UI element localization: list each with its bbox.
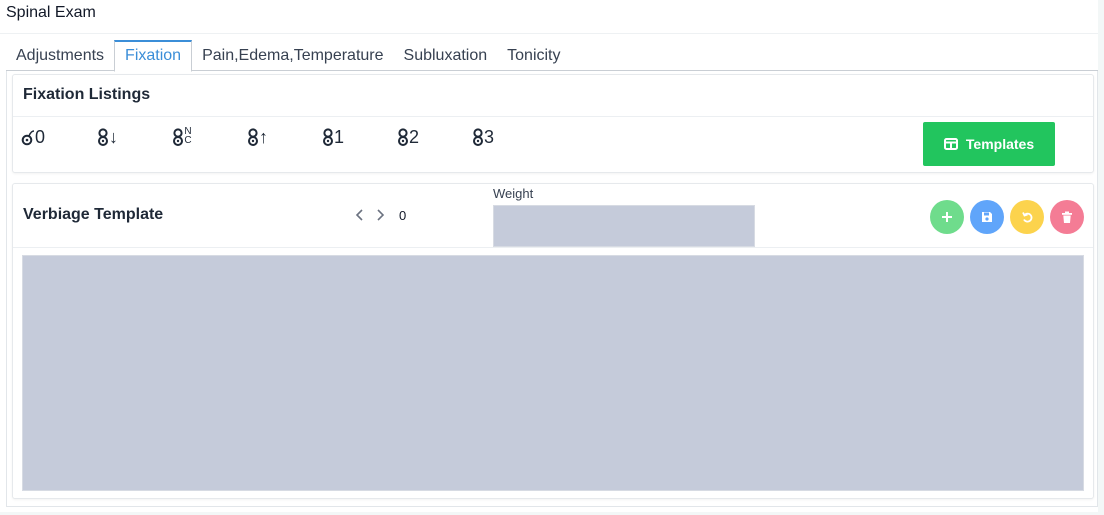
fixation-symbol-down-label: ↓: [109, 127, 118, 147]
fixation-nc-icon: [173, 128, 183, 146]
plus-icon: [942, 212, 952, 222]
next-template-button[interactable]: [373, 206, 387, 224]
fixation-symbol-1-label: 1: [334, 127, 345, 147]
listings-divider: [13, 116, 1093, 117]
weight-label: Weight: [493, 186, 534, 201]
fixation-0-icon: [21, 130, 35, 146]
fixation-up-icon: [248, 128, 258, 146]
tab-pain-edema-temperature[interactable]: Pain,Edema,Temperature: [192, 40, 393, 71]
verbiage-template-card: Verbiage Template 0 Weight: [12, 183, 1094, 499]
fixation-listings-title: Fixation Listings: [23, 86, 151, 103]
tab-fixation[interactable]: Fixation: [114, 40, 193, 72]
verbiage-text-editor[interactable]: [22, 255, 1084, 491]
templates-button-label: Templates: [965, 136, 1035, 152]
delete-button[interactable]: [1050, 200, 1084, 234]
fixation-symbol-up-label: ↑: [259, 127, 268, 147]
tab-tonicity[interactable]: Tonicity: [497, 40, 570, 71]
trash-icon: [1062, 211, 1072, 223]
verbiage-template-title: Verbiage Template: [23, 206, 164, 223]
undo-icon: [1021, 211, 1032, 222]
verbiage-divider: [13, 247, 1093, 248]
previous-template-button[interactable]: [353, 206, 367, 224]
fixation-symbol-down[interactable]: ↓: [97, 126, 118, 148]
fixation-symbol-3-label: 3: [484, 127, 495, 147]
title-divider: [0, 33, 1098, 34]
fixation-symbol-up[interactable]: ↑: [247, 126, 268, 148]
tab-subluxation[interactable]: Subluxation: [394, 40, 498, 71]
spinal-exam-page: Spinal Exam Adjustments Fixation Pain,Ed…: [0, 0, 1098, 512]
fixation-symbol-2-label: 2: [409, 127, 420, 147]
fixation-symbol-0[interactable]: 0: [21, 126, 45, 148]
weight-input[interactable]: [493, 205, 755, 247]
table-icon: [943, 138, 958, 150]
template-counter: 0: [399, 208, 407, 223]
exam-tabs: Adjustments Fixation Pain,Edema,Temperat…: [6, 40, 1098, 72]
fixation-symbol-0-label: 0: [35, 127, 46, 147]
templates-button[interactable]: Templates: [923, 122, 1055, 166]
fixation-symbol-nc-label: NC: [184, 126, 192, 146]
fixation-3-icon: [473, 128, 483, 146]
fixation-symbol-nc[interactable]: NC: [172, 126, 192, 148]
page-title: Spinal Exam: [6, 4, 96, 21]
fixation-1-icon: [323, 128, 333, 146]
floppy-disk-icon: [982, 212, 992, 222]
fixation-down-icon: [98, 128, 108, 146]
fixation-2-icon: [398, 128, 408, 146]
fixation-symbol-2[interactable]: 2: [397, 126, 419, 148]
save-button[interactable]: [970, 200, 1004, 234]
fixation-symbol-3[interactable]: 3: [472, 126, 494, 148]
fixation-listings-card: Fixation Listings 0 ↓ NC ↑ 1 2 3 Templat…: [12, 74, 1094, 173]
add-button[interactable]: [930, 200, 964, 234]
chevron-left-icon: [355, 209, 363, 221]
chevron-right-icon: [377, 209, 385, 221]
tab-adjustments[interactable]: Adjustments: [6, 40, 114, 71]
reset-button[interactable]: [1010, 200, 1044, 234]
fixation-symbol-1[interactable]: 1: [322, 126, 344, 148]
